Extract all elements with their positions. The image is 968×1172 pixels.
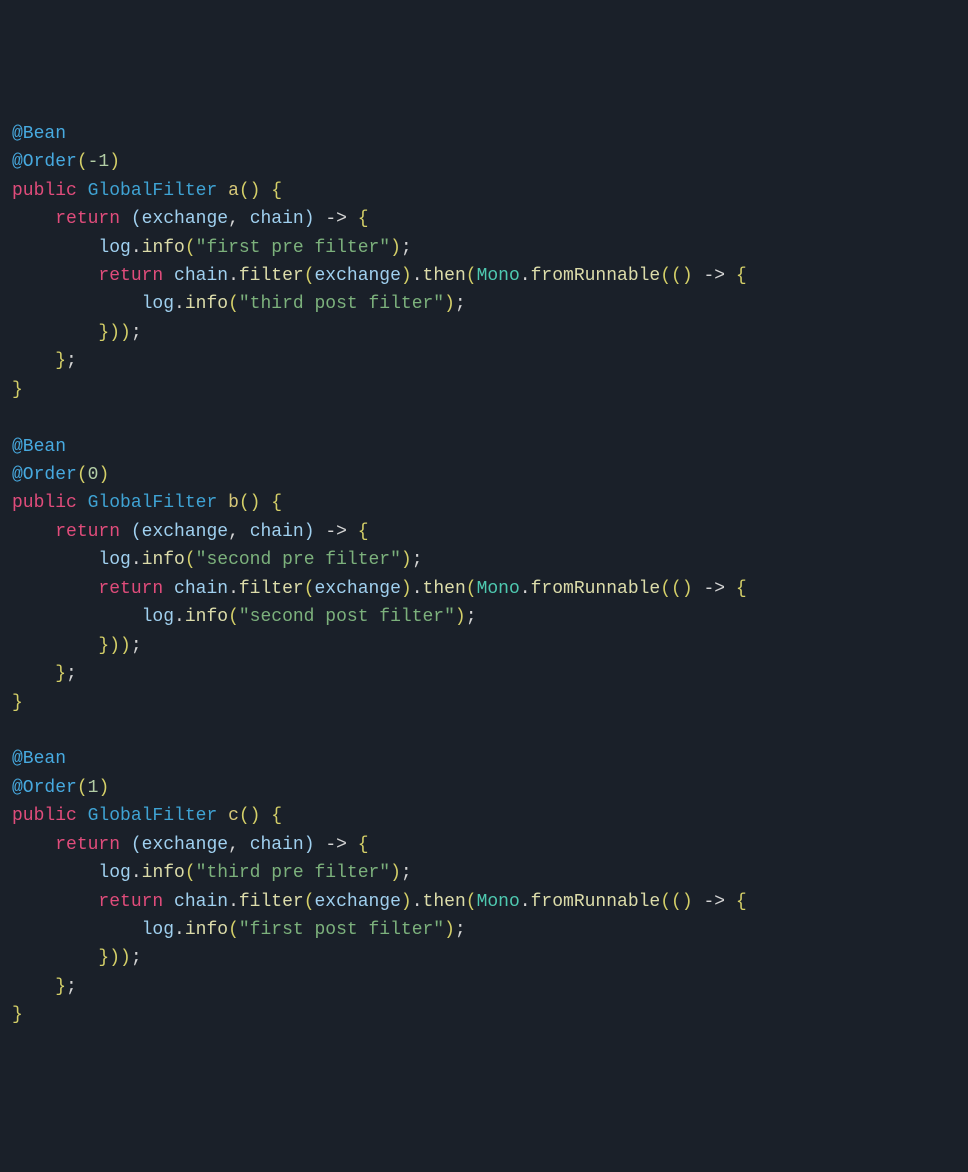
- log-pre-1: log.info("first pre filter");: [98, 238, 411, 258]
- return-line-2: return (exchange, chain) -> {: [55, 522, 368, 542]
- close-lambda-2: };: [55, 664, 77, 684]
- method-decl-2: public GlobalFilter b() {: [12, 493, 282, 513]
- close-method-3: }: [12, 1005, 23, 1025]
- method-decl-1: public GlobalFilter a() {: [12, 181, 282, 201]
- order-annotation-2: @Order(0): [12, 465, 109, 485]
- close-method-2: }: [12, 693, 23, 713]
- return-line-1: return (exchange, chain) -> {: [55, 209, 368, 229]
- close-runnable-1: }));: [98, 323, 141, 343]
- close-runnable-3: }));: [98, 948, 141, 968]
- close-runnable-2: }));: [98, 636, 141, 656]
- close-lambda-1: };: [55, 351, 77, 371]
- log-post-1: log.info("third post filter");: [142, 294, 466, 314]
- bean-annotation-3: @Bean: [12, 749, 66, 769]
- method-decl-3: public GlobalFilter c() {: [12, 806, 282, 826]
- return-line-3: return (exchange, chain) -> {: [55, 835, 368, 855]
- order-annotation-3: @Order(1): [12, 778, 109, 798]
- chain-line-1: return chain.filter(exchange).then(Mono.…: [98, 266, 746, 286]
- chain-line-3: return chain.filter(exchange).then(Mono.…: [98, 892, 746, 912]
- log-post-2: log.info("second post filter");: [142, 607, 477, 627]
- chain-line-2: return chain.filter(exchange).then(Mono.…: [98, 579, 746, 599]
- close-lambda-3: };: [55, 977, 77, 997]
- log-pre-3: log.info("third pre filter");: [98, 863, 411, 883]
- log-post-3: log.info("first post filter");: [142, 920, 466, 940]
- order-annotation-1: @Order(-1): [12, 152, 120, 172]
- code-editor[interactable]: @Bean @Order(-1) public GlobalFilter a()…: [12, 120, 956, 1030]
- bean-annotation-1: @Bean: [12, 124, 66, 144]
- log-pre-2: log.info("second pre filter");: [98, 550, 422, 570]
- close-method-1: }: [12, 380, 23, 400]
- bean-annotation-2: @Bean: [12, 437, 66, 457]
